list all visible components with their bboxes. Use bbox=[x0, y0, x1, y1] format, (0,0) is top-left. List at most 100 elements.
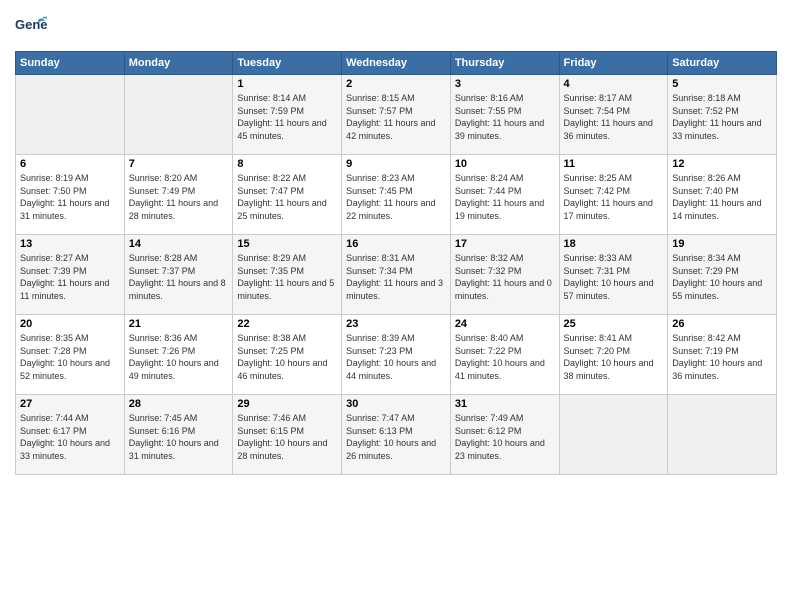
calendar-cell bbox=[668, 395, 777, 475]
day-info: Sunrise: 7:47 AM Sunset: 6:13 PM Dayligh… bbox=[346, 412, 446, 462]
day-number: 16 bbox=[346, 238, 446, 250]
day-number: 26 bbox=[672, 318, 772, 330]
calendar-cell: 25 Sunrise: 8:41 AM Sunset: 7:20 PM Dayli… bbox=[559, 315, 668, 395]
calendar-cell: 22 Sunrise: 8:38 AM Sunset: 7:25 PM Dayli… bbox=[233, 315, 342, 395]
day-info: Sunrise: 8:25 AM Sunset: 7:42 PM Dayligh… bbox=[564, 172, 664, 222]
day-number: 12 bbox=[672, 158, 772, 170]
day-info: Sunrise: 8:34 AM Sunset: 7:29 PM Dayligh… bbox=[672, 252, 772, 302]
calendar-week-3: 13 Sunrise: 8:27 AM Sunset: 7:39 PM Dayli… bbox=[16, 235, 777, 315]
day-number: 24 bbox=[455, 318, 555, 330]
calendar-week-4: 20Sunrise: 8:35 AM Sunset: 7:28 PM Dayli… bbox=[16, 315, 777, 395]
day-info: Sunrise: 8:33 AM Sunset: 7:31 PM Dayligh… bbox=[564, 252, 664, 302]
day-info: Sunrise: 8:40 AM Sunset: 7:22 PM Dayligh… bbox=[455, 332, 555, 382]
calendar-cell: 23 Sunrise: 8:39 AM Sunset: 7:23 PM Dayli… bbox=[342, 315, 451, 395]
calendar-cell: 3 Sunrise: 8:16 AM Sunset: 7:55 PM Daylig… bbox=[450, 75, 559, 155]
weekday-header-tuesday: Tuesday bbox=[233, 52, 342, 75]
day-info: Sunrise: 7:49 AM Sunset: 6:12 PM Dayligh… bbox=[455, 412, 555, 462]
day-number: 1 bbox=[237, 78, 337, 90]
day-info: Sunrise: 8:28 AM Sunset: 7:37 PM Dayligh… bbox=[129, 252, 229, 302]
day-info: Sunrise: 8:16 AM Sunset: 7:55 PM Dayligh… bbox=[455, 92, 555, 142]
calendar-cell: 28 Sunrise: 7:45 AM Sunset: 6:16 PM Dayli… bbox=[124, 395, 233, 475]
day-info: Sunrise: 8:27 AM Sunset: 7:39 PM Dayligh… bbox=[20, 252, 120, 302]
day-number: 31 bbox=[455, 398, 555, 410]
calendar-cell: 5 Sunrise: 8:18 AM Sunset: 7:52 PM Daylig… bbox=[668, 75, 777, 155]
calendar-cell: 15 Sunrise: 8:29 AM Sunset: 7:35 PM Dayli… bbox=[233, 235, 342, 315]
calendar-cell: 21 Sunrise: 8:36 AM Sunset: 7:26 PM Dayli… bbox=[124, 315, 233, 395]
calendar-cell bbox=[124, 75, 233, 155]
day-number: 30 bbox=[346, 398, 446, 410]
day-info: Sunrise: 8:29 AM Sunset: 7:35 PM Dayligh… bbox=[237, 252, 337, 302]
calendar-cell: 19 Sunrise: 8:34 AM Sunset: 7:29 PM Dayli… bbox=[668, 235, 777, 315]
weekday-header-monday: Monday bbox=[124, 52, 233, 75]
calendar-cell: 4 Sunrise: 8:17 AM Sunset: 7:54 PM Daylig… bbox=[559, 75, 668, 155]
day-number: 25 bbox=[564, 318, 664, 330]
day-number: 10 bbox=[455, 158, 555, 170]
calendar-cell: 13 Sunrise: 8:27 AM Sunset: 7:39 PM Dayli… bbox=[16, 235, 125, 315]
day-info: Sunrise: 8:24 AM Sunset: 7:44 PM Dayligh… bbox=[455, 172, 555, 222]
calendar-cell: 18 Sunrise: 8:33 AM Sunset: 7:31 PM Dayli… bbox=[559, 235, 668, 315]
calendar-cell: 31 Sunrise: 7:49 AM Sunset: 6:12 PM Dayli… bbox=[450, 395, 559, 475]
calendar-cell: 29 Sunrise: 7:46 AM Sunset: 6:15 PM Dayli… bbox=[233, 395, 342, 475]
calendar-cell: 11Sunrise: 8:25 AM Sunset: 7:42 PM Dayli… bbox=[559, 155, 668, 235]
logo: Gene bbox=[15, 15, 51, 43]
day-number: 5 bbox=[672, 78, 772, 90]
calendar-cell: 7Sunrise: 8:20 AM Sunset: 7:49 PM Daylig… bbox=[124, 155, 233, 235]
calendar-week-1: 1Sunrise: 8:14 AM Sunset: 7:59 PM Daylig… bbox=[16, 75, 777, 155]
day-number: 13 bbox=[20, 238, 120, 250]
day-info: Sunrise: 8:38 AM Sunset: 7:25 PM Dayligh… bbox=[237, 332, 337, 382]
weekday-header-sunday: Sunday bbox=[16, 52, 125, 75]
weekday-header-saturday: Saturday bbox=[668, 52, 777, 75]
calendar-week-2: 6 Sunrise: 8:19 AM Sunset: 7:50 PM Daylig… bbox=[16, 155, 777, 235]
calendar-cell: 16 Sunrise: 8:31 AM Sunset: 7:34 PM Dayli… bbox=[342, 235, 451, 315]
day-number: 6 bbox=[20, 158, 120, 170]
calendar-header: SundayMondayTuesdayWednesdayThursdayFrid… bbox=[16, 52, 777, 75]
day-number: 2 bbox=[346, 78, 446, 90]
day-info: Sunrise: 8:22 AM Sunset: 7:47 PM Dayligh… bbox=[237, 172, 337, 222]
day-number: 14 bbox=[129, 238, 229, 250]
weekday-header-thursday: Thursday bbox=[450, 52, 559, 75]
day-number: 29 bbox=[237, 398, 337, 410]
day-number: 27 bbox=[20, 398, 120, 410]
calendar-cell: 2 Sunrise: 8:15 AM Sunset: 7:57 PM Daylig… bbox=[342, 75, 451, 155]
day-info: Sunrise: 8:31 AM Sunset: 7:34 PM Dayligh… bbox=[346, 252, 446, 302]
day-info: Sunrise: 8:17 AM Sunset: 7:54 PM Dayligh… bbox=[564, 92, 664, 142]
day-info: Sunrise: 8:39 AM Sunset: 7:23 PM Dayligh… bbox=[346, 332, 446, 382]
day-info: Sunrise: 8:23 AM Sunset: 7:45 PM Dayligh… bbox=[346, 172, 446, 222]
calendar-cell: 20Sunrise: 8:35 AM Sunset: 7:28 PM Dayli… bbox=[16, 315, 125, 395]
day-number: 3 bbox=[455, 78, 555, 90]
calendar-cell: 1Sunrise: 8:14 AM Sunset: 7:59 PM Daylig… bbox=[233, 75, 342, 155]
calendar-cell: 6 Sunrise: 8:19 AM Sunset: 7:50 PM Daylig… bbox=[16, 155, 125, 235]
day-number: 17 bbox=[455, 238, 555, 250]
day-number: 18 bbox=[564, 238, 664, 250]
day-number: 8 bbox=[237, 158, 337, 170]
calendar-cell bbox=[16, 75, 125, 155]
day-number: 19 bbox=[672, 238, 772, 250]
calendar-cell: 30 Sunrise: 7:47 AM Sunset: 6:13 PM Dayli… bbox=[342, 395, 451, 475]
calendar-body: 1Sunrise: 8:14 AM Sunset: 7:59 PM Daylig… bbox=[16, 75, 777, 475]
day-info: Sunrise: 8:32 AM Sunset: 7:32 PM Dayligh… bbox=[455, 252, 555, 302]
day-info: Sunrise: 8:15 AM Sunset: 7:57 PM Dayligh… bbox=[346, 92, 446, 142]
weekday-row: SundayMondayTuesdayWednesdayThursdayFrid… bbox=[16, 52, 777, 75]
day-info: Sunrise: 8:36 AM Sunset: 7:26 PM Dayligh… bbox=[129, 332, 229, 382]
day-number: 15 bbox=[237, 238, 337, 250]
header: Gene bbox=[15, 10, 777, 43]
weekday-header-friday: Friday bbox=[559, 52, 668, 75]
day-number: 28 bbox=[129, 398, 229, 410]
weekday-header-wednesday: Wednesday bbox=[342, 52, 451, 75]
day-info: Sunrise: 8:18 AM Sunset: 7:52 PM Dayligh… bbox=[672, 92, 772, 142]
day-info: Sunrise: 8:19 AM Sunset: 7:50 PM Dayligh… bbox=[20, 172, 120, 222]
calendar-cell: 24 Sunrise: 8:40 AM Sunset: 7:22 PM Dayli… bbox=[450, 315, 559, 395]
calendar-table: SundayMondayTuesdayWednesdayThursdayFrid… bbox=[15, 51, 777, 475]
calendar-cell: 17 Sunrise: 8:32 AM Sunset: 7:32 PM Dayli… bbox=[450, 235, 559, 315]
day-number: 20 bbox=[20, 318, 120, 330]
day-number: 21 bbox=[129, 318, 229, 330]
day-info: Sunrise: 8:26 AM Sunset: 7:40 PM Dayligh… bbox=[672, 172, 772, 222]
calendar-week-5: 27Sunrise: 7:44 AM Sunset: 6:17 PM Dayli… bbox=[16, 395, 777, 475]
day-number: 4 bbox=[564, 78, 664, 90]
day-info: Sunrise: 8:41 AM Sunset: 7:20 PM Dayligh… bbox=[564, 332, 664, 382]
day-number: 22 bbox=[237, 318, 337, 330]
day-number: 23 bbox=[346, 318, 446, 330]
calendar-cell: 26Sunrise: 8:42 AM Sunset: 7:19 PM Dayli… bbox=[668, 315, 777, 395]
day-info: Sunrise: 7:46 AM Sunset: 6:15 PM Dayligh… bbox=[237, 412, 337, 462]
day-info: Sunrise: 7:45 AM Sunset: 6:16 PM Dayligh… bbox=[129, 412, 229, 462]
